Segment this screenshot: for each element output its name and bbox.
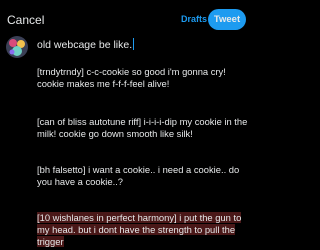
tweet-button[interactable]: Tweet (208, 9, 246, 30)
drafts-button[interactable]: Drafts (181, 14, 207, 24)
profile-avatar-icon (6, 36, 28, 58)
over-limit-highlight: [10 wishlanes in perfect harmony] i put … (37, 212, 242, 247)
tweet-paragraph: [bh falsetto] i want a cookie.. i need a… (37, 164, 240, 187)
tweet-paragraph-over-limit: [10 wishlanes in perfect harmony] i put … (37, 212, 249, 248)
avatar[interactable] (6, 36, 28, 58)
tweet-paragraph: [trndytrndy] c-c-cookie so good i'm gonn… (37, 66, 226, 89)
cancel-button[interactable]: Cancel (7, 13, 44, 27)
compose-header: Cancel Drafts Tweet (0, 0, 250, 40)
tweet-compose-area[interactable]: old webcage be like. [trndytrndy] c-c-co… (37, 36, 249, 247)
tweet-text-first-line: old webcage be like. (37, 38, 135, 51)
text-cursor (133, 38, 135, 50)
tweet-paragraph: [can of bliss autotune riff] i-i-i-i-dip… (37, 116, 248, 139)
